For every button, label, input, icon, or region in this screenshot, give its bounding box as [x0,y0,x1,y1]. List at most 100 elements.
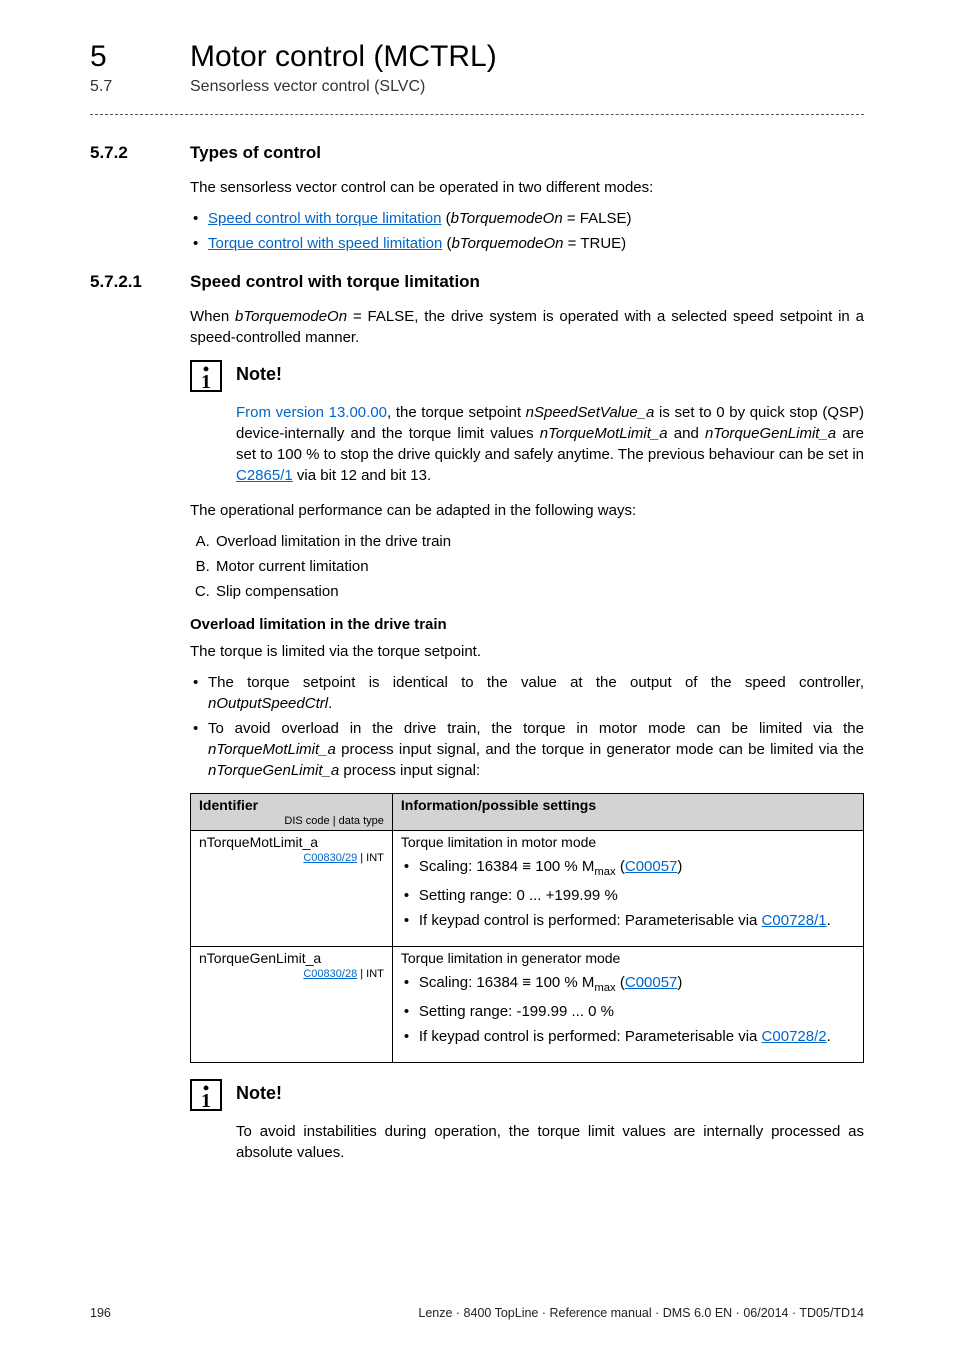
table-row: nTorqueGenLimit_a C00830/28 | INT Torque… [191,946,864,1062]
section-number: 5.7 [90,78,190,96]
chapter-number: 5 [90,40,190,74]
link-torque-control[interactable]: Torque control with speed limitation [208,235,442,252]
param-name: nTorqueMotLimit_a [208,741,336,758]
table-cell: nTorqueGenLimit_a C00830/28 | INT [191,946,393,1062]
note-title: Note! [236,1083,282,1104]
subscript: max [594,866,615,878]
param-name: nTorqueMotLimit_a [540,425,668,442]
page-number: 196 [90,1306,111,1320]
text: and [668,425,705,442]
note-title: Note! [236,364,282,385]
param-name: nOutputSpeedCtrl [208,695,328,712]
subsection-5-7-2-1: 5.7.2.1 Speed control with torque limita… [90,272,864,292]
text: = TRUE) [564,235,627,252]
table-cell: Torque limitation in motor mode Scaling:… [392,831,863,947]
note-text: To avoid instabilities during operation,… [236,1121,864,1163]
text: To avoid overload in the drive train, th… [208,720,864,737]
link-speed-control[interactable]: Speed control with torque limitation [208,210,441,227]
text: | INT [357,968,384,980]
cell-list: Scaling: 16384 ≡ 100 % Mmax (C00057) Set… [401,972,855,1047]
page-footer: 196 Lenze · 8400 TopLine · Reference man… [90,1306,864,1320]
link-c00057[interactable]: C00057 [625,974,678,991]
text: | INT [357,852,384,864]
param-name: nTorqueGenLimit_a [705,425,836,442]
list-item: The torque setpoint is identical to the … [190,672,864,714]
header-label: Information/possible settings [401,797,596,813]
list-item: To avoid overload in the drive train, th… [190,718,864,781]
text: Scaling: 16384 ≡ 100 % M [419,974,595,991]
text: = FALSE) [563,210,632,227]
chapter-header: 5 Motor control (MCTRL) [90,40,864,74]
list-item: If keypad control is performed: Paramete… [401,910,855,931]
identifier-table: Identifier DIS code | data type Informat… [190,793,864,1063]
text: . [827,1028,831,1045]
text: Scaling: 16384 ≡ 100 % M [419,858,595,875]
footer-meta: Lenze · 8400 TopLine · Reference manual … [418,1306,864,1320]
text: ( [616,858,625,875]
cell-title: Torque limitation in motor mode [401,834,596,850]
param-name: bTorquemodeOn [451,235,563,252]
note-icon-wrap [190,1079,222,1111]
paragraph: The operational performance can be adapt… [190,500,864,521]
text: If keypad control is performed: Paramete… [419,1028,762,1045]
cell-list: Scaling: 16384 ≡ 100 % Mmax (C00057) Set… [401,856,855,931]
list-item: Torque control with speed limitation (bT… [190,233,864,254]
link-c2865-1[interactable]: C2865/1 [236,467,293,484]
header-label: Identifier [199,797,258,813]
text: ) [677,974,682,991]
list-item: Setting range: -199.99 ... 0 % [401,1001,855,1022]
cell-title: Torque limitation in generator mode [401,950,620,966]
table-cell: Torque limitation in generator mode Scal… [392,946,863,1062]
text: ( [441,210,450,227]
list-item: Overload limitation in the drive train [214,531,864,552]
text: ) [677,858,682,875]
text: process input signal, and the torque in … [336,741,864,758]
subsection-number: 5.7.2.1 [90,272,190,292]
ordered-list: Overload limitation in the drive train M… [190,531,864,602]
table-cell: nTorqueMotLimit_a C00830/29 | INT [191,831,393,947]
bullet-list: The torque setpoint is identical to the … [190,672,864,781]
param-name: bTorquemodeOn [451,210,563,227]
section-header: 5.7 Sensorless vector control (SLVC) [90,78,864,96]
text: If keypad control is performed: Paramete… [419,912,762,929]
body-block: When bTorquemodeOn = FALSE, the drive sy… [190,306,864,1163]
subheading: Overload limitation in the drive train [190,616,864,633]
text: . [328,695,332,712]
list-item: Setting range: 0 ... +199.99 % [401,885,855,906]
identifier-name: nTorqueMotLimit_a [199,834,318,850]
text: , the torque setpoint [387,404,526,421]
note-block: Note! [190,360,864,392]
text: The torque setpoint is identical to the … [208,674,864,691]
text: ( [616,974,625,991]
identifier-name: nTorqueGenLimit_a [199,950,321,966]
chapter-title: Motor control (MCTRL) [190,40,497,74]
link-c00057[interactable]: C00057 [625,858,678,875]
note-icon-wrap [190,360,222,392]
link-c00728-2[interactable]: C00728/2 [762,1028,827,1045]
identifier-code: C00830/29 | INT [199,852,384,864]
subsection-number: 5.7.2 [90,143,190,163]
param-name: nSpeedSetValue_a [526,404,655,421]
param-name: nTorqueGenLimit_a [208,762,339,779]
subsection-title: Types of control [190,143,321,163]
list-item: Motor current limitation [214,556,864,577]
identifier-code: C00830/28 | INT [199,968,384,980]
page: 5 Motor control (MCTRL) 5.7 Sensorless v… [0,0,954,1350]
list-item: Scaling: 16384 ≡ 100 % Mmax (C00057) [401,972,855,997]
paragraph: The torque is limited via the torque set… [190,641,864,662]
list-item: Slip compensation [214,581,864,602]
section-title: Sensorless vector control (SLVC) [190,78,425,96]
list-item: Speed control with torque limitation (bT… [190,208,864,229]
param-name: bTorquemodeOn [235,308,347,325]
note-text: From version 13.00.00, the torque setpoi… [236,402,864,486]
mode-list: Speed control with torque limitation (bT… [190,208,864,254]
link-code[interactable]: C00830/28 [303,968,357,980]
table-header: Identifier DIS code | data type [191,794,393,831]
paragraph: When bTorquemodeOn = FALSE, the drive sy… [190,306,864,348]
list-item: Scaling: 16384 ≡ 100 % Mmax (C00057) [401,856,855,881]
list-item: If keypad control is performed: Paramete… [401,1026,855,1047]
link-code[interactable]: C00830/29 [303,852,357,864]
link-c00728-1[interactable]: C00728/1 [762,912,827,929]
text: When [190,308,235,325]
intro-text: The sensorless vector control can be ope… [190,177,864,198]
